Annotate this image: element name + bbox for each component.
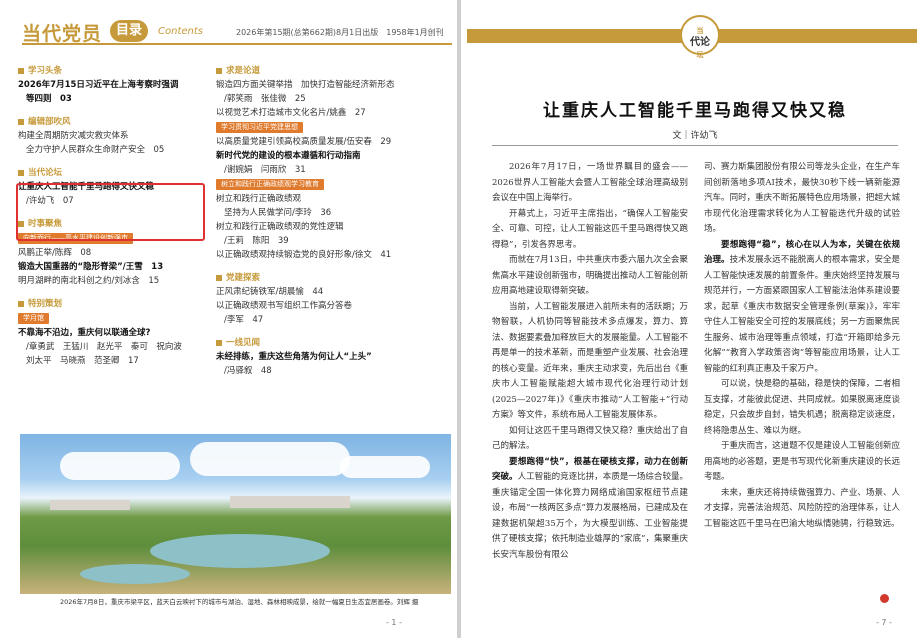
- contents-entry: 新时代党的建设的根本遵循和行动指南: [216, 151, 361, 161]
- article-column-left: 2026年7月17日，一场世界瞩目的盛会——2026世界人工智能大会暨人工智能全…: [492, 160, 688, 563]
- contents-entry: 锻造四方面关键举措 加快打造智能经济新形态: [216, 80, 395, 90]
- contents-entry: 未经排练，重庆这些角落为何让人“上头”: [216, 352, 372, 362]
- article-title: 让重庆人工智能千里马跑得又快又稳: [543, 101, 847, 121]
- contents-entry: 构建全周期防灾减灾救灾体系: [18, 131, 129, 141]
- contents-entry: 全力守护人民群众生命财产安全 05: [26, 145, 165, 155]
- section-heading: 编辑部吹风: [18, 115, 223, 129]
- contents-entry: /王莉 陈阳 39: [224, 236, 289, 246]
- section-marker-icon: [216, 340, 222, 346]
- article-column-right: 司、赛力斯集团股份有限公司等龙头企业，在生产车间创新落地多项AI技术，最快30秒…: [704, 160, 900, 532]
- contents-page: 当代党员 目录 Contents 2026年第15期(总第662期)8月1日出版…: [0, 0, 457, 638]
- photo-caption: 2026年7月8日，重庆市梁平区，蓝天白云映衬下的城市与湖泊、湿地、森林相映成景…: [60, 598, 419, 606]
- contents-entry: 树立和践行正确政绩观的党性逻辑: [216, 222, 344, 232]
- contents-entry: 树立和践行正确政绩观: [216, 194, 302, 204]
- contents-column-right: 求是论道锻造四方面关键举措 加快打造智能经济新形态/郭笑雨 张佳微 25 以视觉艺…: [216, 62, 421, 378]
- issue-info: 2026年第15期(总第662期)8月1日出版 1958年1月创刊: [236, 28, 444, 37]
- contents-entry: 风鹏正举/陈辉 08: [18, 248, 92, 258]
- paragraph-text: 可以说，快是稳的基础，稳是快的保障，二者相互支撑，才能彼此促进、共同成就。如果脱…: [704, 379, 900, 436]
- contents-entry: /郭笑雨 张佳微 25: [224, 94, 306, 104]
- highlight-box: [16, 183, 205, 241]
- contents-entry: /章勇武 王猛川 赵光平 秦可 祝向波: [26, 342, 182, 352]
- paragraph-text: 技术发展永远不能脱离人的根本需求，安全是人工智能快速发展的前置条件。重庆始终坚持…: [704, 255, 900, 374]
- contents-entry: /冯驿叙 48: [224, 366, 272, 376]
- section-marker-icon: [18, 119, 24, 125]
- paragraph-text: 未来，重庆还将持续做强算力、产业、场景、人才支撑，完善法治规范、风险防控的治理体…: [704, 487, 900, 529]
- article-paragraph: 而就在7月13日，中共重庆市委六届九次全会聚焦高水平建设创新强市，明确提出推动人…: [492, 253, 688, 300]
- article-paragraph: 如何让这匹千里马跑得又快又稳？重庆给出了自己的解法。: [492, 424, 688, 455]
- article-paragraph: 2026年7月17日，一场世界瞩目的盛会——2026世界人工智能大会暨人工智能全…: [492, 160, 688, 207]
- section-heading: 当代论坛: [18, 166, 223, 180]
- article-paragraph: 司、赛力斯集团股份有限公司等龙头企业，在生产车间创新落地多项AI技术，最快30秒…: [704, 160, 900, 238]
- article-paragraph: 当前，人工智能发展进入前所未有的活跃期；万物智联，人机协同等智能技术多点爆发，算…: [492, 300, 688, 424]
- section-heading: 特别策划: [18, 297, 223, 311]
- contents-entry: 刘太平 马晓燕 范圣卿 17: [26, 356, 139, 366]
- article-paragraph: 未来，重庆还将持续做强算力、产业、场景、人才支撑，完善法治规范、风险防控的治理体…: [704, 486, 900, 533]
- section-marker-icon: [18, 170, 24, 176]
- contents-entry: 明月湖畔的南北科创之约/刘冰含 15: [18, 276, 160, 286]
- paragraph-text: 开幕式上，习近平主席指出，“确保人工智能安全、可靠、可控，让人工智能这匹千里马跑…: [492, 208, 688, 250]
- title-divider: [492, 145, 898, 146]
- page-number: - 7 -: [876, 618, 892, 627]
- contents-entry: 等四则 03: [26, 94, 72, 104]
- article-byline: 文｜许幼飞: [672, 131, 718, 141]
- end-mark-icon: [880, 594, 889, 603]
- paragraph-text: 于重庆而言，这道题不仅是建设人工智能创新应用高地的必答题，更是书写现代化新重庆建…: [704, 441, 900, 482]
- contents-entry: 正风肃纪铸铁军/胡晨愉 44: [216, 287, 324, 297]
- paragraph-text: 2026年7月17日，一场世界瞩目的盛会——2026世界人工智能大会暨人工智能全…: [492, 162, 688, 203]
- contents-entry: /谢婉娟 闫雨欣 31: [224, 165, 306, 175]
- magazine-spread: 当代党员 目录 Contents 2026年第15期(总第662期)8月1日出版…: [0, 0, 924, 638]
- topic-tag: 学月馆: [18, 313, 49, 324]
- contents-entry: 以视觉艺术打造城市文化名片/姚鑫 27: [216, 108, 366, 118]
- paragraph-text: 如何让这匹千里马跑得又快又稳？重庆给出了自己的解法。: [492, 425, 688, 452]
- article-paragraph: 于重庆而言，这道题不仅是建设人工智能创新应用高地的必答题，更是书写现代化新重庆建…: [704, 439, 900, 486]
- contents-entry: 2026年7月15日习近平在上海考察时强调: [18, 80, 179, 90]
- forum-logo: 当 代论 坛: [680, 15, 720, 59]
- paragraph-text: 当前，人工智能发展进入前所未有的活跃期；万物智联，人机协同等智能技术多点爆发，算…: [492, 301, 688, 421]
- page-number: - 1 -: [386, 618, 402, 627]
- paragraph-text: 司、赛力斯集团股份有限公司等龙头企业，在生产车间创新落地多项AI技术，最快30秒…: [704, 162, 900, 234]
- topic-tag: 树立和践行正确政绩观学习教育: [216, 179, 324, 190]
- contents-entry: 以正确政绩观书写组织工作高分答卷: [216, 301, 353, 311]
- cover-photo: [20, 434, 451, 594]
- topic-tag: 学习贯彻习近平党建思想: [216, 122, 303, 133]
- contents-header: 当代党员 目录 Contents 2026年第15期(总第662期)8月1日出版…: [22, 19, 452, 45]
- section-heading: 党建探索: [216, 271, 421, 285]
- section-marker-icon: [18, 68, 24, 74]
- section-marker-icon: [216, 275, 222, 281]
- section-heading: 一线见闻: [216, 336, 421, 350]
- article-paragraph: 可以说，快是稳的基础，稳是快的保障，二者相互支撑，才能彼此促进、共同成就。如果脱…: [704, 377, 900, 439]
- contents-en-label: Contents: [158, 26, 203, 37]
- contents-entry: 锻造大国重器的“隐形脊梁”/王雪 13: [18, 262, 164, 272]
- article-paragraph: 要想跑得“快”，根基在硬核支撑，动力在创新突破。人工智能的竞逐比拼，本质是一场综…: [492, 455, 688, 564]
- contents-badge: 目录: [110, 20, 148, 42]
- section-heading: 求是论道: [216, 64, 421, 78]
- contents-entry: 以正确政绩观持续锻造党的良好形象/徐文 41: [216, 250, 392, 260]
- article-paragraph: 要想跑得“稳”，核心在以人为本，关键在依规治理。技术发展永远不能脱离人的根本需求…: [704, 238, 900, 378]
- section-marker-icon: [18, 301, 24, 307]
- section-heading: 学习头条: [18, 64, 223, 78]
- contents-entry: 坚持为人民做学问/李玲 36: [224, 208, 332, 218]
- section-marker-icon: [216, 68, 222, 74]
- contents-entry: 以高质量党建引领高校高质量发展/伍安春 29: [216, 137, 392, 147]
- paragraph-text: 人工智能的竞逐比拼，本质是一场综合较量。重庆锚定全国一体化算力网络成渝国家枢纽节…: [492, 472, 688, 560]
- article-paragraph: 开幕式上，习近平主席指出，“确保人工智能安全、可靠、可控，让人工智能这匹千里马跑…: [492, 207, 688, 254]
- contents-entry: /李军 47: [224, 315, 264, 325]
- contents-entry: 不靠海不沿边，重庆何以联通全球?: [18, 328, 151, 338]
- magazine-brand: 当代党员: [22, 23, 103, 45]
- paragraph-text: 而就在7月13日，中共重庆市委六届九次全会聚焦高水平建设创新强市，明确提出推动人…: [492, 255, 688, 296]
